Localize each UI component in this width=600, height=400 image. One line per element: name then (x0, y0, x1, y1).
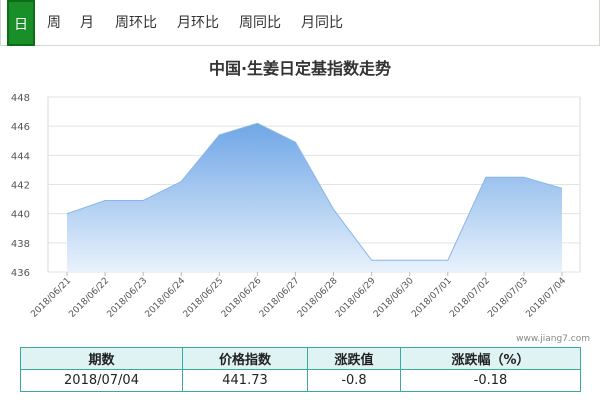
index-quote-table: 期数 价格指数 涨跌值 涨跌幅（%） 2018/07/04 441.73 -0.… (20, 347, 581, 392)
col-header-period: 期数 (20, 347, 183, 370)
y-tick-label: 436 (11, 268, 30, 279)
x-tick-label: 2018/07/04 (524, 276, 568, 320)
y-tick-label: 448 (11, 93, 30, 104)
price-index-chart: 436438440442444446448 2018/06/212018/06/… (11, 93, 590, 344)
y-tick-label: 446 (11, 122, 30, 133)
table-row: 2018/07/04 441.73 -0.8 -0.18 (20, 369, 581, 392)
y-tick-label: 442 (11, 181, 30, 192)
watermark: www.jiang7.com (516, 334, 590, 344)
cell-change-value: -0.8 (307, 369, 401, 392)
x-tick-label: 2018/07/02 (448, 276, 492, 320)
y-tick-label: 444 (11, 151, 30, 162)
table-header-row: 期数 价格指数 涨跌值 涨跌幅（%） (20, 347, 581, 370)
cell-price-index: 441.73 (182, 369, 308, 392)
cell-period: 2018/07/04 (20, 369, 183, 392)
y-tick-label: 438 (11, 239, 30, 250)
col-header-change-percent: 涨跌幅（%） (400, 347, 581, 370)
col-header-price-index: 价格指数 (182, 347, 308, 370)
x-tick-label: 2018/07/01 (410, 276, 454, 320)
col-header-change-value: 涨跌值 (307, 347, 401, 370)
x-tick-label: 2018/07/03 (486, 276, 530, 320)
cell-change-percent: -0.18 (400, 369, 581, 392)
y-tick-label: 440 (11, 210, 30, 221)
